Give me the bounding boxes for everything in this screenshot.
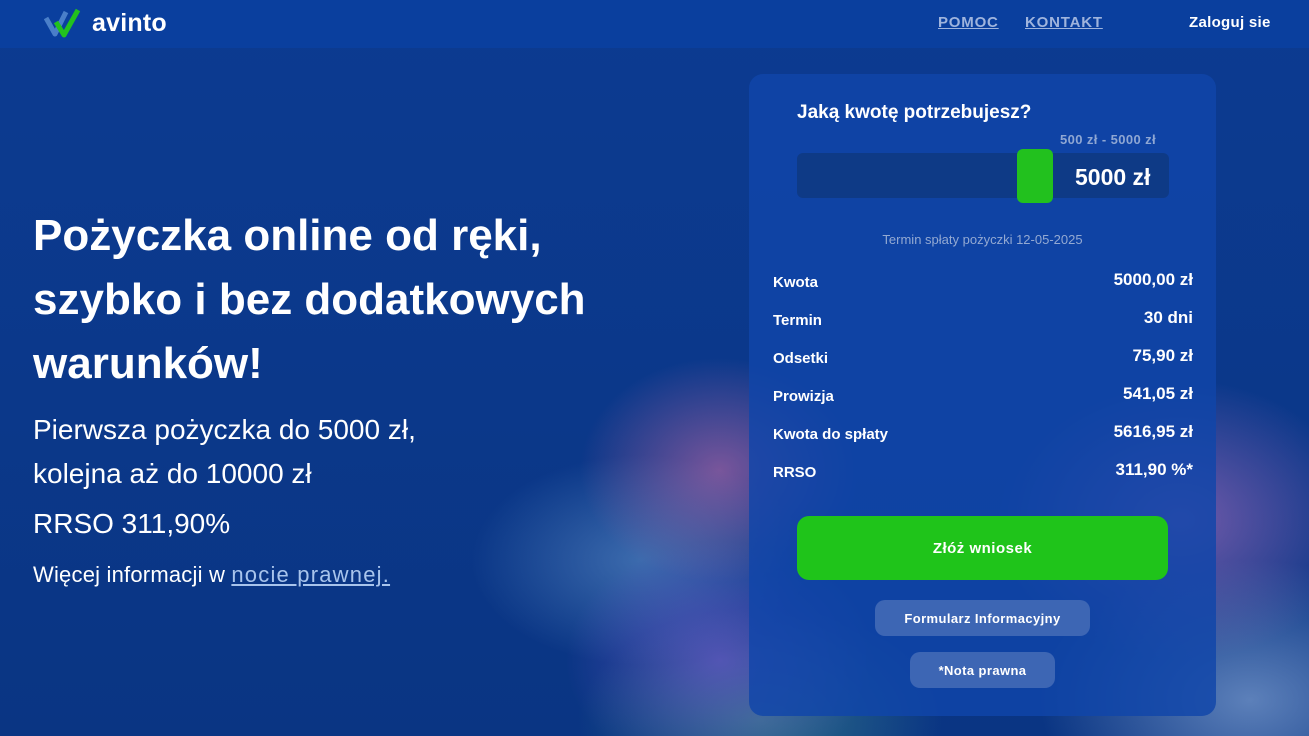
summary-value: 75,90 zł — [1132, 346, 1194, 365]
summary-label: RRSO — [773, 464, 817, 481]
summary-value: 5616,95 zł — [1113, 422, 1193, 441]
hero-rrso: RRSO 311,90% — [33, 508, 231, 539]
hero-subtitle-line: Pierwsza pożyczka do 5000 zł, — [33, 414, 416, 445]
summary-value: 30 dni — [1143, 308, 1193, 327]
hero-title: Pożyczka online od ręki, szybko i bez do… — [33, 204, 633, 396]
legal-note-button[interactable]: *Nota prawna — [910, 652, 1055, 688]
nav-link-pomoc[interactable]: POMOC — [938, 14, 999, 31]
amount-range-hint: 500 zł - 5000 zł — [1060, 132, 1157, 147]
hero-subtitle: Pierwsza pożyczka do 5000 zł, kolejna aż… — [33, 408, 553, 496]
summary-row-prowizja: Prowizja 541,05 zł — [773, 384, 1193, 422]
loan-calculator-card: Jaką kwotę potrzebujesz? 500 zł - 5000 z… — [749, 74, 1216, 716]
page: avinto POMOC KONTAKT Zaloguj sie Pożyczk… — [0, 0, 1309, 736]
summary-label: Prowizja — [773, 388, 834, 405]
amount-slider-handle[interactable] — [1017, 149, 1053, 203]
loan-summary: Kwota 5000,00 zł Termin 30 dni Odsetki 7… — [773, 270, 1193, 498]
nav-link-kontakt[interactable]: KONTAKT — [1025, 14, 1103, 31]
hero-subtitle-line: kolejna aż do 10000 zł — [33, 458, 312, 489]
summary-row-rrso: RRSO 311,90 %* — [773, 460, 1193, 498]
information-form-button[interactable]: Formularz Informacyjny — [875, 600, 1090, 636]
hero-title-line: warunków! — [33, 339, 263, 388]
top-navigation-bar: avinto POMOC KONTAKT Zaloguj sie — [0, 0, 1309, 48]
legal-note-text: Więcej informacji w nocie prawnej. — [33, 562, 390, 588]
legal-note-link[interactable]: nocie prawnej. — [231, 562, 390, 587]
repayment-date-note: Termin spłaty pożyczki 12-05-2025 — [882, 232, 1083, 247]
summary-row-termin: Termin 30 dni — [773, 308, 1193, 346]
summary-label: Termin — [773, 312, 822, 329]
summary-label: Kwota do spłaty — [773, 426, 889, 443]
login-link[interactable]: Zaloguj sie — [1189, 14, 1271, 31]
amount-question: Jaką kwotę potrzebujesz? — [797, 102, 1032, 123]
summary-label: Kwota — [773, 274, 818, 291]
legal-note-prefix: Więcej informacji w — [33, 562, 232, 587]
summary-label: Odsetki — [773, 350, 829, 367]
summary-value: 541,05 zł — [1123, 384, 1193, 403]
amount-value: 5000 zł — [1075, 164, 1151, 190]
logo[interactable]: avinto — [44, 8, 167, 38]
summary-row-odsetki: Odsetki 75,90 zł — [773, 346, 1193, 384]
checkmark-logo-icon — [44, 8, 81, 38]
logo-text: avinto — [92, 8, 167, 37]
hero-title-line: szybko i bez dodatkowych — [33, 275, 586, 324]
summary-value: 5000,00 zł — [1113, 270, 1193, 289]
hero-title-line: Pożyczka online od ręki, — [33, 211, 542, 260]
summary-value: 311,90 %* — [1115, 460, 1193, 479]
summary-row-kwota-do-splaty: Kwota do spłaty 5616,95 zł — [773, 422, 1193, 460]
summary-row-kwota: Kwota 5000,00 zł — [773, 270, 1193, 308]
submit-application-button[interactable]: Złóż wniosek — [797, 516, 1168, 580]
